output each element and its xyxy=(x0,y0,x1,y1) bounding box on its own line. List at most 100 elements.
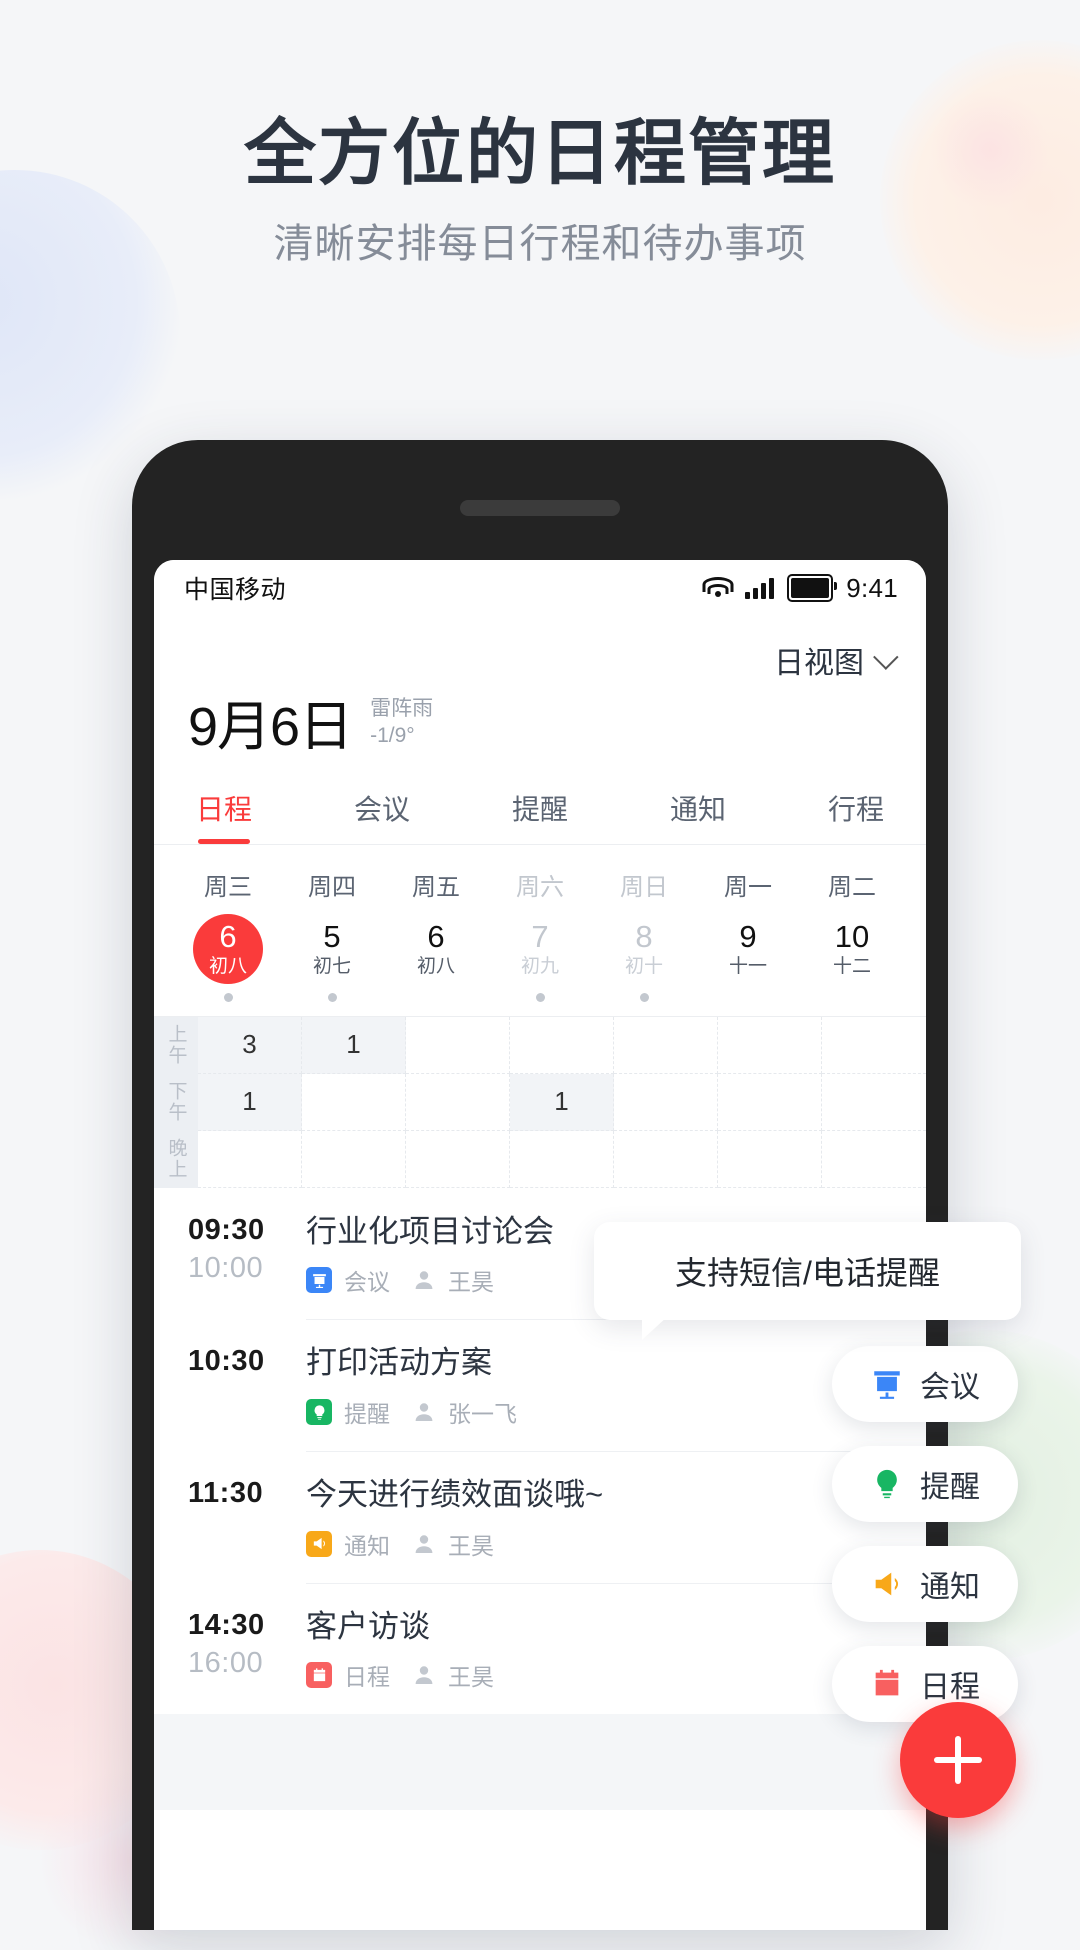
week-day-6[interactable]: 周二 10 十二 xyxy=(800,867,904,1002)
grid-cell[interactable] xyxy=(718,1016,822,1074)
calendar-icon xyxy=(875,1669,899,1696)
event-row[interactable]: 11:30 今天进行绩效面谈哦~ 通知 王昊 xyxy=(154,1451,926,1583)
meeting-icon xyxy=(874,1371,900,1399)
grid-cell[interactable] xyxy=(718,1073,822,1131)
week-day-lunar: 初八 xyxy=(416,956,455,978)
week-day-lunar: 初八 xyxy=(208,956,247,978)
meeting-icon xyxy=(306,1267,332,1294)
pill-label: 会议 xyxy=(920,1371,980,1404)
week-day-lunar: 初十 xyxy=(624,956,663,978)
event-start-time: 14:30 xyxy=(188,1608,265,1641)
grid-cell[interactable] xyxy=(302,1130,406,1188)
grid-cell[interactable] xyxy=(406,1130,510,1188)
status-bar: 中国移动 9:41 xyxy=(154,560,926,616)
battery-icon xyxy=(787,574,838,602)
grid-cell[interactable] xyxy=(198,1130,302,1188)
event-meta: 日程 王昊 xyxy=(306,1658,892,1692)
person-icon xyxy=(412,1663,436,1687)
calendar-icon xyxy=(306,1662,332,1689)
grid-cell[interactable] xyxy=(614,1073,718,1131)
week-day-label: 周一 xyxy=(724,873,772,901)
page-subtitle: 清晰安排每日行程和待办事项 xyxy=(273,222,807,266)
tab-trip[interactable]: 行程 xyxy=(828,788,884,844)
event-row[interactable]: 14:30 16:00 客户访谈 日程 王昊 xyxy=(154,1582,926,1715)
week-day-0[interactable]: 周三 6 初八 xyxy=(176,867,280,1002)
event-start-time: 09:30 xyxy=(188,1213,265,1246)
week-day-label: 周日 xyxy=(620,873,668,901)
bulb-icon xyxy=(306,1399,332,1426)
event-start-time: 10:30 xyxy=(188,1345,265,1378)
grid-cell[interactable]: 1 xyxy=(198,1073,302,1131)
grid-cell[interactable] xyxy=(510,1130,614,1188)
pill-notification[interactable]: 通知 xyxy=(832,1546,1018,1622)
pill-label: 通知 xyxy=(920,1571,980,1604)
date-line: 9月6日 雷阵雨 -1/9° xyxy=(188,682,892,754)
day-period-grid: 上午 下午 晚上 3 1 1 1 xyxy=(154,1015,926,1188)
week-day-number-cell: 5 初七 xyxy=(297,914,367,984)
week-day-number-cell: 7 初九 xyxy=(505,914,575,984)
week-day-number: 8 xyxy=(635,919,653,955)
week-day-5[interactable]: 周一 9 十一 xyxy=(696,867,800,1002)
event-time-block: 14:30 16:00 xyxy=(188,1609,306,1693)
week-day-1[interactable]: 周四 5 初七 xyxy=(280,867,384,1002)
chevron-down-icon xyxy=(873,644,899,670)
person-icon xyxy=(412,1400,436,1424)
week-day-lunar: 十二 xyxy=(832,956,871,978)
event-owner: 张一飞 xyxy=(448,1401,517,1428)
grid-cell[interactable] xyxy=(302,1073,406,1131)
tab-meeting[interactable]: 会议 xyxy=(354,788,410,844)
bulb-icon xyxy=(877,1469,897,1499)
pill-reminder[interactable]: 提醒 xyxy=(832,1446,1018,1522)
event-type-label: 提醒 xyxy=(344,1401,390,1428)
event-meta: 提醒 张一飞 xyxy=(306,1395,892,1429)
week-strip: 周三 6 初八 周四 5 初七 周五 6 初八 周六 7 初九 周日 8 初十 … xyxy=(154,844,926,1002)
week-day-number: 5 xyxy=(323,919,341,955)
week-day-dot xyxy=(639,992,649,1002)
week-day-label: 周六 xyxy=(516,873,564,901)
week-day-2[interactable]: 周五 6 初八 xyxy=(384,867,488,1002)
view-selector[interactable]: 日视图 xyxy=(188,616,899,682)
add-button[interactable] xyxy=(900,1702,1016,1818)
week-day-number: 9 xyxy=(739,919,757,955)
tab-reminder[interactable]: 提醒 xyxy=(512,788,568,844)
event-content: 打印活动方案 提醒 张一飞 xyxy=(306,1345,892,1429)
tab-notification[interactable]: 通知 xyxy=(670,788,726,844)
grid-cell[interactable] xyxy=(406,1073,510,1131)
pill-meeting[interactable]: 会议 xyxy=(832,1346,1018,1422)
wifi-icon xyxy=(702,577,734,599)
grid-cell[interactable] xyxy=(822,1131,926,1188)
grid-cell[interactable] xyxy=(406,1016,510,1074)
grid-cell[interactable] xyxy=(614,1016,718,1074)
view-selector-label: 日视图 xyxy=(774,647,864,680)
weather-condition: 雷阵雨 xyxy=(370,697,434,720)
week-day-lunar: 初九 xyxy=(520,956,559,978)
grid-cell[interactable]: 3 xyxy=(198,1016,302,1074)
event-end-time: 10:00 xyxy=(188,1252,264,1285)
tooltip-sms-call-reminder: 支持短信/电话提醒 xyxy=(594,1222,1021,1340)
week-day-label: 周三 xyxy=(204,873,252,901)
week-day-4[interactable]: 周日 8 初十 xyxy=(592,867,696,1002)
weather-temperature: -1/9° xyxy=(370,723,415,747)
grid-cell[interactable]: 1 xyxy=(302,1016,406,1074)
week-day-dot xyxy=(223,992,233,1002)
grid-cell[interactable] xyxy=(822,1074,926,1131)
weather-info: 雷阵雨 -1/9° xyxy=(370,696,433,754)
event-content: 今天进行绩效面谈哦~ 通知 王昊 xyxy=(306,1477,892,1561)
pill-schedule[interactable]: 日程 xyxy=(832,1646,1018,1722)
current-date[interactable]: 9月6日 xyxy=(188,700,353,754)
week-day-label: 周五 xyxy=(412,873,460,901)
week-day-number: 10 xyxy=(834,919,870,955)
grid-cell[interactable] xyxy=(822,1017,926,1074)
week-day-label: 周四 xyxy=(308,873,356,901)
grid-cell[interactable] xyxy=(510,1016,614,1074)
grid-cell[interactable]: 1 xyxy=(510,1073,614,1131)
event-row[interactable]: 10:30 打印活动方案 提醒 张一飞 xyxy=(154,1319,926,1451)
tab-schedule[interactable]: 日程 xyxy=(196,788,252,844)
person-icon xyxy=(412,1532,436,1556)
grid-cell[interactable] xyxy=(718,1130,822,1188)
period-label-afternoon: 下午 xyxy=(165,1081,187,1124)
cellular-signal-icon xyxy=(745,577,775,599)
grid-cell[interactable] xyxy=(614,1130,718,1188)
week-day-3[interactable]: 周六 7 初九 xyxy=(488,867,592,1002)
event-title: 客户访谈 xyxy=(306,1608,430,1644)
